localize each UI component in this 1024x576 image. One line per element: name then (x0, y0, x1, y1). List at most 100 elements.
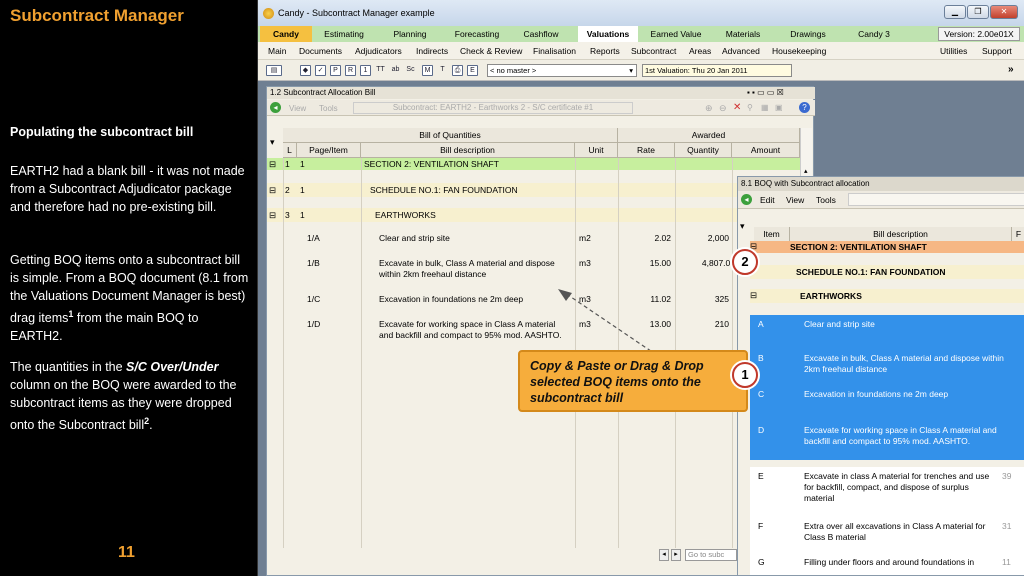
menu-advanced[interactable]: Advanced (722, 46, 760, 56)
valuation-field[interactable]: 1st Valuation: Thu 20 Jan 2011 (642, 64, 792, 77)
collapse-icon[interactable]: ▾ (270, 137, 275, 148)
chevron-down-icon: ▾ (629, 66, 633, 75)
col-amount[interactable]: Amount (732, 143, 800, 158)
table-row[interactable]: ⊟ 1 1 SECTION 2: VENTILATION SHAFT (267, 158, 800, 170)
table-row[interactable]: 1/B Excavate in bulk, Class A material a… (267, 258, 800, 288)
table-row[interactable]: 1/A Clear and strip site m2 2.02 2,000 (267, 233, 800, 255)
table-row[interactable]: ⊟ 2 1 SCHEDULE NO.1: FAN FOUNDATION (267, 183, 800, 197)
check-icon[interactable]: ✓ (315, 65, 326, 76)
menu-view[interactable]: View (786, 195, 804, 205)
tree-minus-icon[interactable]: ⊟ (269, 185, 276, 196)
table-row[interactable]: ⊟ SECTION 2: VENTILATION SHAFT (750, 241, 1024, 253)
scroll-up-icon[interactable]: ▴ (804, 167, 808, 175)
zoom-in-icon[interactable]: ⊕ (705, 103, 713, 114)
row-description: Excavate for working space in Class A ma… (379, 319, 562, 340)
lock-icon[interactable]: ▣ (775, 103, 783, 112)
table-row[interactable]: ⊟ 3 1 EARTHWORKS (267, 208, 800, 222)
go-to-field[interactable]: Go to subc (685, 549, 737, 561)
prev-icon[interactable]: ◂ (659, 549, 669, 561)
row-flag: 31 (1002, 521, 1012, 531)
menu-areas[interactable]: Areas (689, 46, 711, 56)
header-awarded: Awarded (618, 128, 800, 143)
subscript-icon[interactable]: Sc (405, 65, 416, 76)
print-icon[interactable]: ⎙ (452, 65, 463, 76)
back-icon[interactable]: ◂ (270, 102, 281, 113)
maximize-button[interactable]: ❐ (967, 5, 989, 19)
menu-edit[interactable]: Edit (760, 195, 775, 205)
col-bill-description[interactable]: Bill description (790, 227, 1012, 242)
calendar-icon[interactable]: 1 (360, 65, 371, 76)
master-select[interactable]: < no master > ▾ (487, 64, 637, 77)
superscript-icon[interactable]: ab (390, 65, 401, 76)
menu-main[interactable]: Main (268, 46, 286, 56)
row-description: Extra over all excavations in Class A ma… (804, 521, 986, 542)
menu-check-review[interactable]: Check & Review (460, 46, 522, 56)
pin-icon[interactable]: T (437, 65, 448, 76)
binoculars-icon[interactable]: ⚲ (747, 103, 753, 112)
paragraph-2: Getting BOQ items onto a subcontract bil… (10, 251, 250, 345)
module-tabs: Candy Estimating Planning Forecasting Ca… (258, 26, 1024, 42)
back-icon[interactable]: ◂ (741, 194, 752, 205)
row-description: Filling under floors and around foundati… (804, 557, 975, 567)
tab-candy[interactable]: Candy (260, 26, 312, 42)
col-flag[interactable]: F (1012, 227, 1024, 242)
export-icon[interactable]: E (467, 65, 478, 76)
menu-utilities[interactable]: Utilities (940, 46, 967, 56)
delete-icon[interactable]: ✕ (733, 102, 741, 113)
minimize-button[interactable]: ▁ (944, 5, 966, 19)
menu-documents[interactable]: Documents (299, 46, 342, 56)
double-chevron-right-icon[interactable]: » (1008, 64, 1014, 75)
col-quantity[interactable]: Quantity (675, 143, 732, 158)
tree-minus-icon[interactable]: ⊟ (750, 290, 757, 301)
selected-rows[interactable]: A Clear and strip site B Excavate in bul… (750, 315, 1024, 460)
breadcrumb: Subcontract: EARTH2 - Earthworks 2 - S/C… (353, 102, 633, 114)
menu-reports[interactable]: Reports (590, 46, 620, 56)
col-unit[interactable]: Unit (575, 143, 618, 158)
tab-planning[interactable]: Planning (382, 26, 438, 42)
layout-icon[interactable]: ▤ (266, 65, 282, 76)
table-row[interactable]: SCHEDULE NO.1: FAN FOUNDATION (750, 265, 1024, 279)
next-icon[interactable]: ▸ (671, 549, 681, 561)
menu-finalisation[interactable]: Finalisation (533, 46, 576, 56)
tab-drawings[interactable]: Drawings (780, 26, 836, 42)
menu-tools[interactable]: Tools (816, 195, 836, 205)
text-size-icon[interactable]: TT (375, 65, 386, 76)
row-description: Clear and strip site (379, 233, 450, 243)
menu-subcontract[interactable]: Subcontract (631, 46, 676, 56)
tab-estimating[interactable]: Estimating (316, 26, 372, 42)
menu-support[interactable]: Support (982, 46, 1012, 56)
p-icon[interactable]: P (330, 65, 341, 76)
col-bill-description[interactable]: Bill description (361, 143, 575, 158)
help-icon[interactable]: ? (799, 102, 810, 113)
table-row[interactable]: G Filling under floors and around founda… (750, 553, 1024, 575)
table-row[interactable]: ⊟ EARTHWORKS (750, 289, 1024, 303)
close-icon[interactable]: ✕ (990, 5, 1018, 19)
row-item: D (758, 425, 765, 435)
tree-minus-icon[interactable]: ⊟ (269, 210, 276, 221)
menu-adjudicators[interactable]: Adjudicators (355, 46, 402, 56)
tree-minus-icon[interactable]: ⊟ (269, 159, 276, 170)
tab-cashflow[interactable]: Cashflow (514, 26, 568, 42)
table-row[interactable]: F Extra over all excavations in Class A … (750, 517, 1024, 553)
menu-view[interactable]: View (289, 104, 306, 113)
menu-tools[interactable]: Tools (319, 104, 338, 113)
table-row[interactable]: E Excavate in class A material for trenc… (750, 467, 1024, 517)
tab-materials[interactable]: Materials (716, 26, 770, 42)
col-rate[interactable]: Rate (618, 143, 675, 158)
zoom-out-icon[interactable]: ⊖ (719, 103, 727, 114)
menu-indirects[interactable]: Indirects (416, 46, 448, 56)
col-item[interactable]: Item (754, 227, 790, 242)
col-level[interactable]: L (283, 143, 297, 158)
tab-earned-value[interactable]: Earned Value (644, 26, 708, 42)
window-controls-icon[interactable]: ▪ ▪ ▭ ▭ ☒ (747, 88, 784, 97)
tab-forecasting[interactable]: Forecasting (446, 26, 508, 42)
r-icon[interactable]: R (345, 65, 356, 76)
col-page-item[interactable]: Page/Item (297, 143, 361, 158)
collapse-icon[interactable]: ▾ (740, 221, 745, 232)
tab-candy-3[interactable]: Candy 3 (848, 26, 900, 42)
menu-housekeeping[interactable]: Housekeeping (772, 46, 826, 56)
grid-icon[interactable]: ▦ (761, 103, 769, 112)
media-icon[interactable]: M (422, 65, 433, 76)
diamond-icon[interactable]: ◆ (300, 65, 311, 76)
tab-valuations[interactable]: Valuations (578, 26, 638, 42)
